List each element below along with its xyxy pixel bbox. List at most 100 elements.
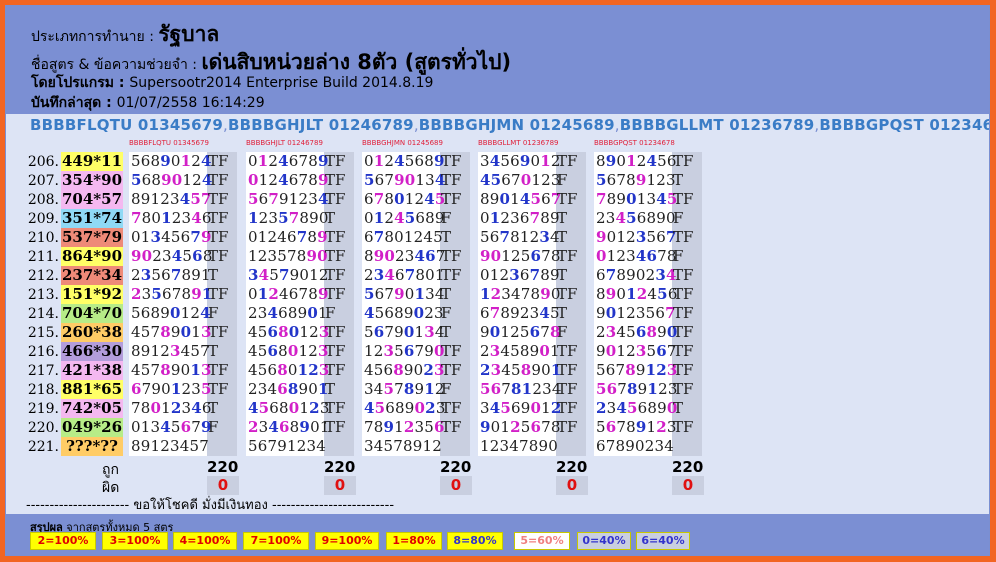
- prediction-number: 34578912: [364, 437, 442, 455]
- prediction-result: TF: [557, 152, 578, 170]
- result-pair: 466*30: [61, 342, 123, 361]
- result-cell-bg: [440, 437, 470, 456]
- prediction-result: TF: [441, 266, 462, 284]
- prediction-result: TF: [208, 247, 229, 265]
- result-pair: 449*11: [61, 152, 123, 171]
- prediction-result: TF: [673, 361, 694, 379]
- wrong-count: 0: [672, 476, 704, 495]
- prediction-result: TF: [441, 171, 462, 189]
- prediction-result: T: [208, 399, 219, 417]
- prediction-result: TF: [673, 285, 694, 303]
- result-pair: 354*90: [61, 171, 123, 190]
- result-pair: 704*57: [61, 190, 123, 209]
- row-number: 211.: [27, 249, 59, 265]
- prediction-result: TF: [673, 342, 694, 360]
- prediction-result: TF: [441, 361, 462, 379]
- prediction-result: TF: [557, 247, 578, 265]
- prediction-result: TF: [325, 228, 346, 246]
- prediction-type-value: รัฐบาล: [158, 22, 220, 46]
- prediction-number: 89014567: [480, 190, 562, 208]
- summary-footer: สรุปผล จากสูตรทั้งหมด 5 สูตร 2=100% 3=100…: [6, 514, 989, 555]
- prediction-result: T: [557, 304, 568, 322]
- prediction-result: TF: [557, 380, 578, 398]
- prediction-number: 01245689: [364, 152, 445, 170]
- formula-item: BBBBGLLMT 01236789: [619, 116, 815, 134]
- prediction-number: 34579012: [248, 266, 329, 284]
- result-pair: ???*??: [61, 437, 123, 456]
- prediction-result: TF: [441, 342, 462, 360]
- prediction-result: TF: [441, 247, 462, 265]
- prediction-number: 23567891: [131, 285, 213, 303]
- result-pair: 864*90: [61, 247, 123, 266]
- prediction-result: TF: [441, 418, 462, 436]
- prediction-result: T: [441, 323, 452, 341]
- report-frame: ประเภทการทำนาย : รัฐบาล ชื่อสูตร & ข้อคว…: [5, 5, 990, 556]
- good-luck-line: ---------------------- ขอให้โชคดี มั่งมี…: [26, 498, 395, 513]
- last-saved-label: บันทึกล่าสุด :: [31, 95, 117, 111]
- prediction-number: 56789123: [596, 171, 676, 189]
- prediction-result: T: [441, 285, 452, 303]
- prediction-number: 56781234: [480, 380, 562, 398]
- prediction-result: F: [557, 323, 568, 341]
- wrong-count: 0: [324, 476, 356, 495]
- prediction-result: TF: [441, 152, 462, 170]
- prediction-number: 45789013: [131, 323, 212, 341]
- prediction-result: TF: [325, 323, 346, 341]
- prediction-number: 56789123: [596, 418, 677, 436]
- correct-count: 220: [556, 458, 588, 476]
- prediction-result: T: [325, 209, 336, 227]
- prediction-result: TF: [325, 361, 346, 379]
- prediction-number: 45689023: [364, 399, 446, 417]
- prediction-number: 56890124: [131, 152, 212, 170]
- prediction-type-label: ประเภทการทำนาย :: [31, 29, 159, 45]
- prediction-number: 45670123: [480, 171, 561, 189]
- prediction-result: T: [673, 399, 684, 417]
- prediction-number: 89123457: [131, 190, 212, 208]
- prediction-result: F: [208, 418, 219, 436]
- prediction-result: TF: [673, 190, 694, 208]
- prediction-result: TF: [325, 418, 346, 436]
- prediction-number: 12357890: [248, 247, 328, 265]
- prediction-number: 67890234: [596, 437, 674, 455]
- summary-chip: 8=80%: [447, 532, 503, 550]
- prediction-number: 23468901: [248, 380, 329, 398]
- summary-chip: 0=40%: [577, 532, 631, 550]
- prediction-result: TF: [557, 190, 578, 208]
- formula-item: BBBBGHJLT 01246789: [228, 116, 414, 134]
- result-pair: 151*92: [61, 285, 123, 304]
- correct-count: 220: [672, 458, 704, 476]
- correct-count: 220: [324, 458, 356, 476]
- prediction-result: T: [441, 228, 452, 246]
- prediction-number: 23468901: [248, 304, 328, 322]
- prediction-number: 56790134: [364, 171, 446, 189]
- prediction-number: 45680123: [248, 399, 330, 417]
- prediction-number: 01246789: [248, 152, 329, 170]
- formula-name-label: ชื่อสูตร & ข้อความช่วยจำ :: [31, 57, 202, 73]
- prediction-number: 56790134: [364, 323, 445, 341]
- column-header: BBBBGLLMT 01236789: [478, 139, 559, 147]
- prediction-number: 78012346: [131, 209, 212, 227]
- result-pair: 260*38: [61, 323, 123, 342]
- result-pair: 237*34: [61, 266, 123, 285]
- prediction-result: TF: [557, 342, 578, 360]
- prediction-result: TF: [673, 266, 694, 284]
- result-cell-bg: [672, 437, 702, 456]
- row-number: 213.: [27, 287, 59, 303]
- result-pair: 421*38: [61, 361, 123, 380]
- prediction-result: TF: [208, 361, 229, 379]
- prediction-number: 90125678: [480, 418, 561, 436]
- column-header: BBBBGHJMN 01245689: [362, 139, 443, 147]
- prediction-result: TF: [325, 171, 346, 189]
- prediction-result: TF: [325, 190, 346, 208]
- prediction-result: F: [557, 171, 568, 189]
- last-saved-line: บันทึกล่าสุด : 01/07/2558 16:14:29: [31, 92, 265, 114]
- prediction-number: 12347890: [480, 437, 558, 455]
- prediction-result: TF: [208, 285, 229, 303]
- summary-chip: 2=100%: [30, 532, 96, 550]
- prediction-number: 34578912: [364, 380, 445, 398]
- correct-count: 220: [207, 458, 239, 476]
- prediction-number: 89123457: [131, 342, 210, 360]
- prediction-number: 67901235: [131, 380, 212, 398]
- prediction-number: 45680123: [248, 342, 329, 360]
- prediction-result: TF: [673, 380, 694, 398]
